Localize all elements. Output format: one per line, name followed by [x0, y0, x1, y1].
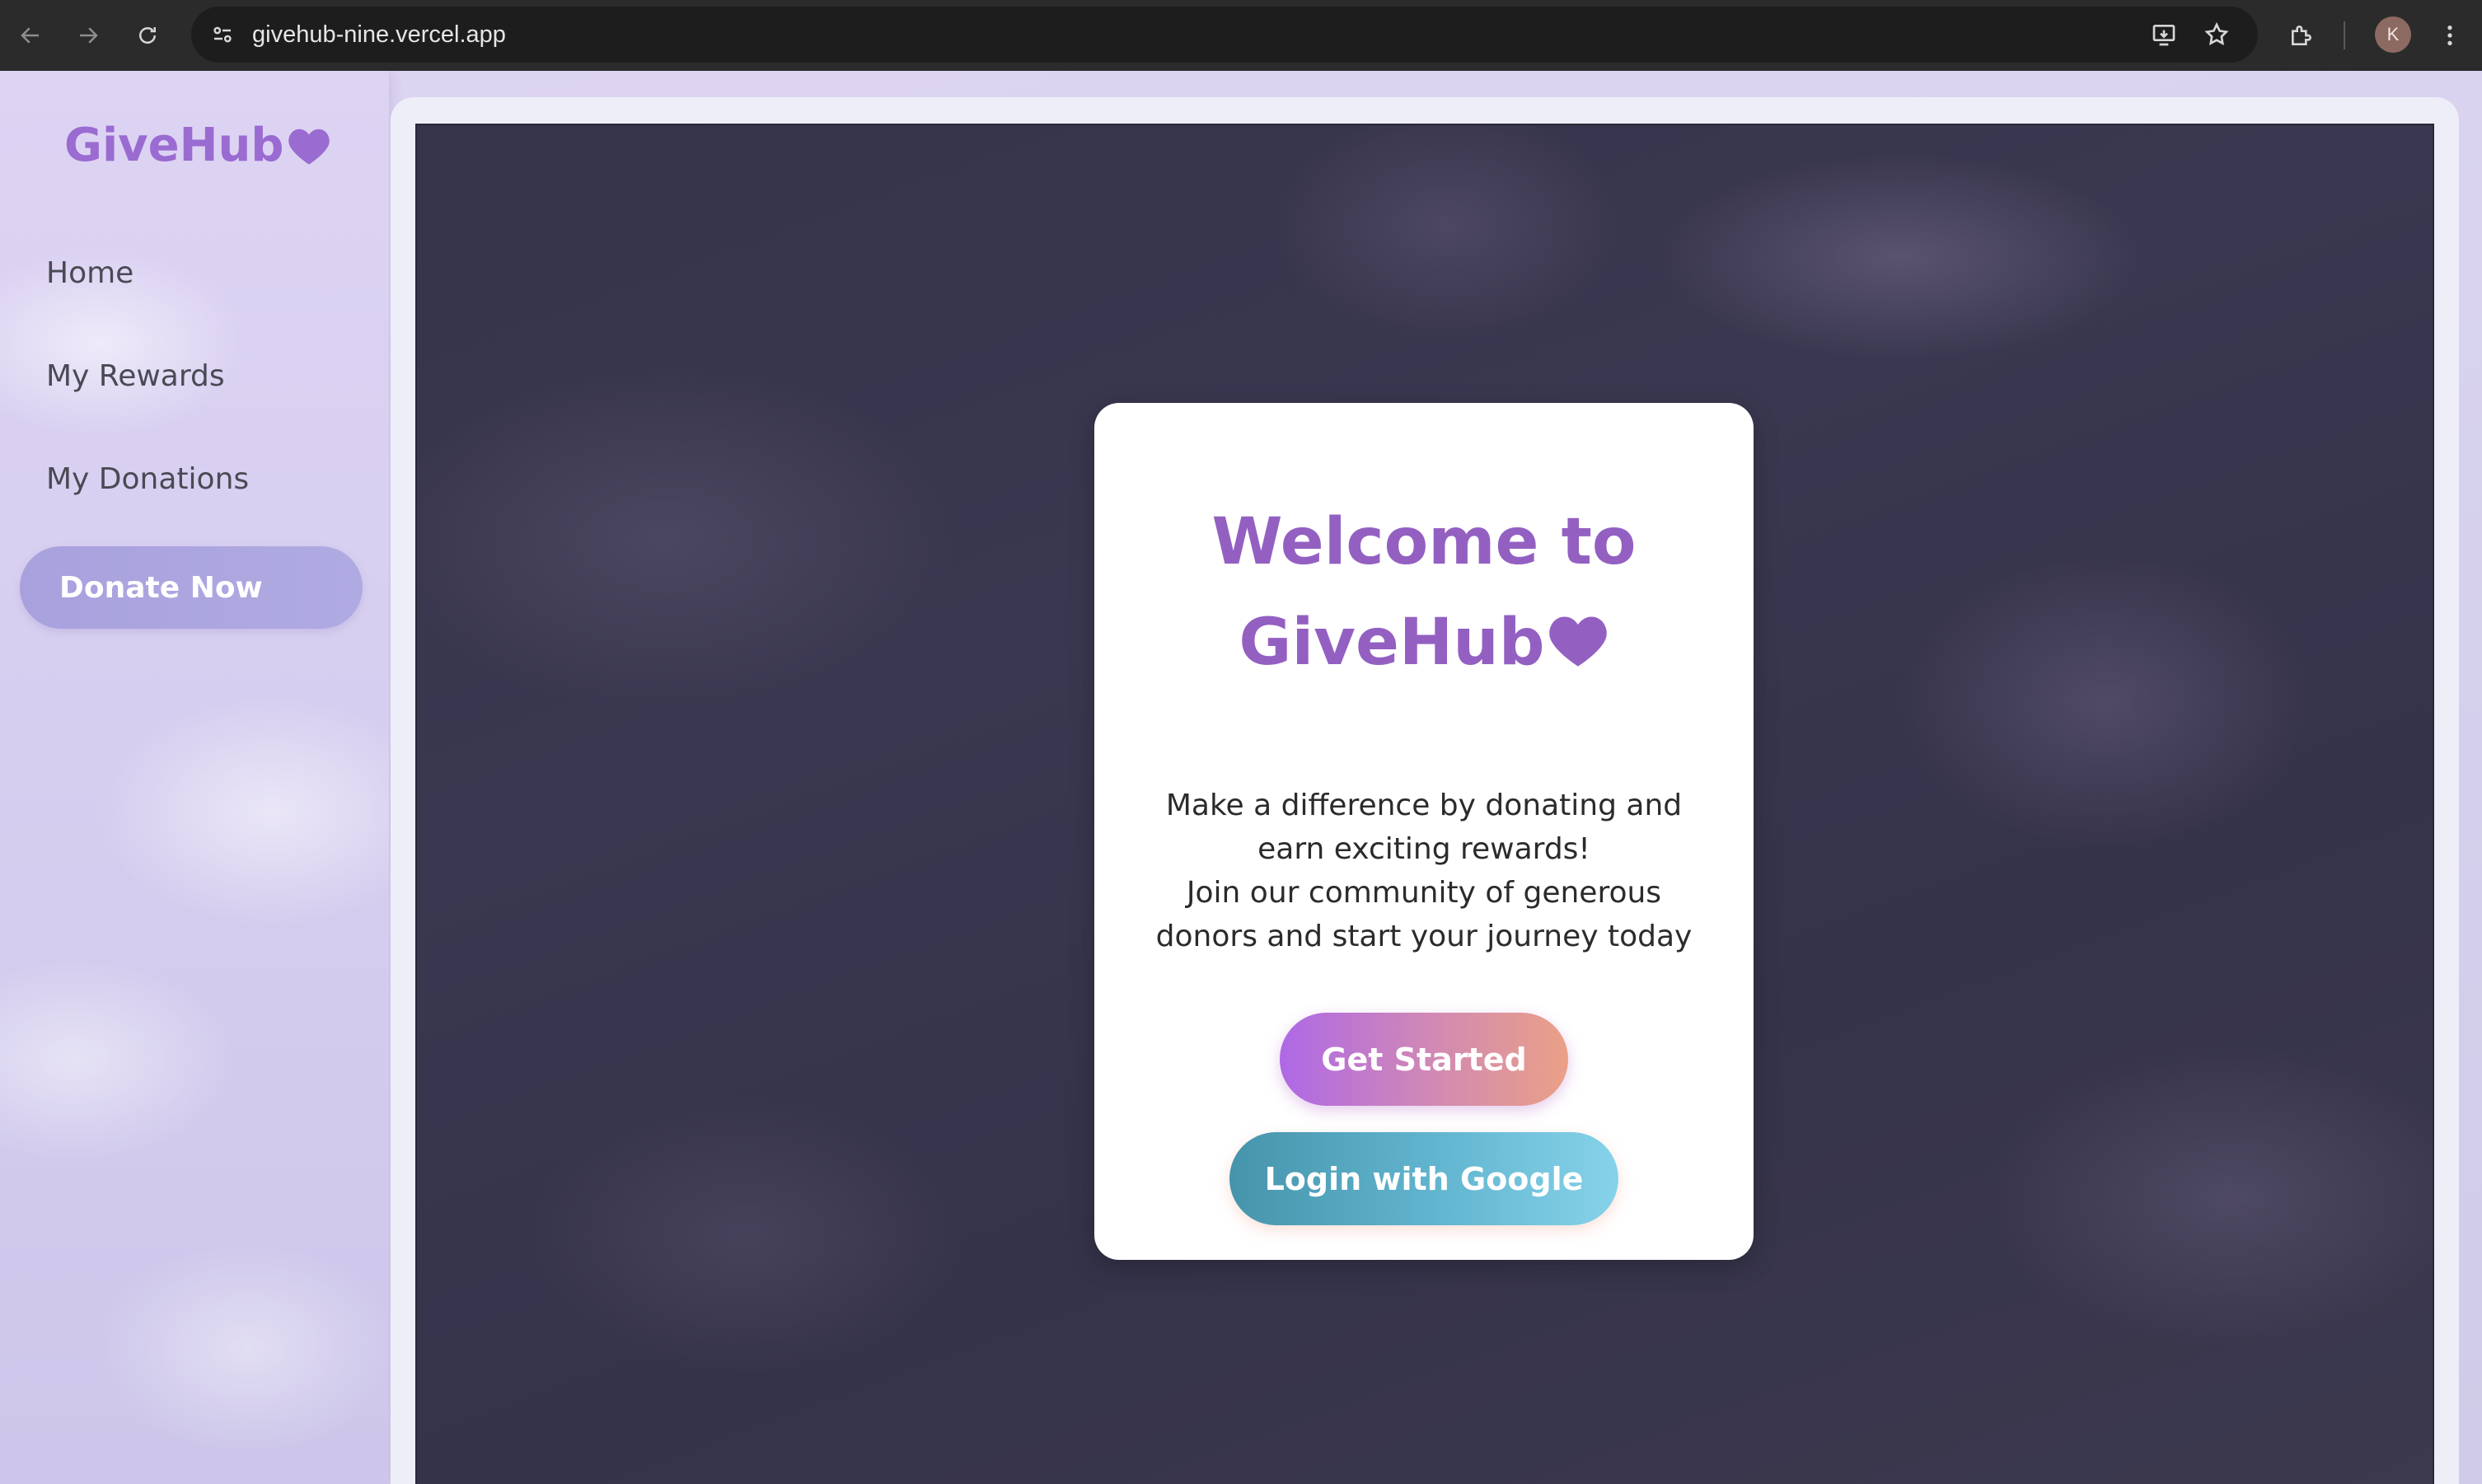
heart-icon	[1547, 597, 1609, 698]
bookmark-star-icon[interactable]	[2200, 18, 2233, 51]
welcome-title-line2: GiveHub	[1239, 606, 1545, 680]
get-started-button[interactable]: Get Started	[1280, 1013, 1568, 1106]
logo[interactable]: GiveHub	[64, 119, 331, 172]
description-line: donors and start your journey today	[1155, 920, 1693, 953]
sidebar-item-my-donations[interactable]: My Donations	[46, 462, 249, 496]
reload-icon[interactable]	[129, 16, 166, 54]
heart-icon	[287, 125, 331, 166]
logo-text: GiveHub	[64, 119, 284, 172]
description-line: Join our community of generous	[1186, 876, 1662, 910]
page: GiveHub Home My Rewards My Donations Don…	[0, 71, 2482, 1484]
welcome-card: Welcome to GiveHub Make a difference by …	[1094, 403, 1754, 1260]
welcome-title: Welcome to GiveHub	[1094, 492, 1754, 698]
kebab-menu-icon[interactable]	[2431, 16, 2469, 54]
sidebar-item-my-rewards[interactable]: My Rewards	[46, 359, 225, 393]
browser-toolbar: givehub-nine.vercel.app K	[0, 0, 2482, 71]
welcome-description: Make a difference by donating and earn e…	[1127, 784, 1721, 958]
address-bar[interactable]: givehub-nine.vercel.app	[191, 7, 2258, 63]
welcome-title-line2-wrap: GiveHub	[1094, 592, 1754, 698]
login-with-google-button[interactable]: Login with Google	[1229, 1132, 1618, 1225]
site-info-icon[interactable]	[206, 18, 239, 51]
extensions-puzzle-icon[interactable]	[2283, 16, 2320, 54]
back-icon[interactable]	[12, 16, 49, 54]
toolbar-divider	[2344, 21, 2345, 49]
donate-now-button[interactable]: Donate Now	[20, 546, 363, 629]
sidebar: GiveHub Home My Rewards My Donations Don…	[0, 71, 389, 1484]
description-line: earn exciting rewards!	[1257, 832, 1590, 866]
install-app-icon[interactable]	[2147, 18, 2180, 51]
sidebar-item-home[interactable]: Home	[46, 256, 133, 290]
welcome-title-line1: Welcome to	[1211, 505, 1637, 579]
url-text[interactable]: givehub-nine.vercel.app	[252, 7, 506, 63]
profile-avatar[interactable]: K	[2375, 16, 2411, 53]
description-line: Make a difference by donating and	[1165, 789, 1683, 822]
forward-icon[interactable]	[69, 16, 107, 54]
